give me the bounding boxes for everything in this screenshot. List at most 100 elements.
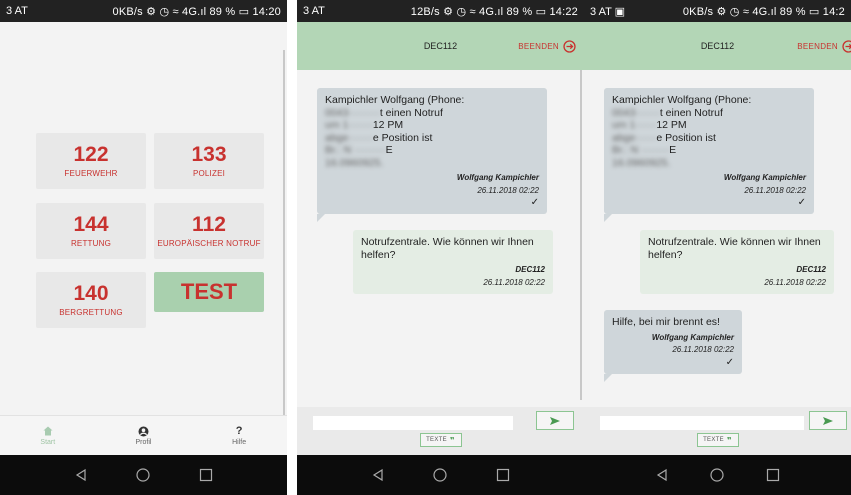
status-indicators: 0KB/s ⚙ ◷ ≈ 4G.ıl 89 % ▭ 14:20 [112, 5, 281, 18]
tile-label: POLIZEI [192, 169, 226, 178]
quote-icon: ❞ [726, 435, 732, 445]
scrollbar[interactable] [580, 70, 582, 400]
phone-chat-screen-reply: 3 AT ▣ 0KB/s ⚙ ◷ ≈ 4G.ıl 89 % ▭ 14:2 DEC… [584, 0, 851, 495]
message-incoming: Kampichler Wolfgang (Phone: 0043········… [317, 88, 547, 222]
message-date: 26.11.2018 02:22 [744, 185, 806, 195]
send-icon [823, 416, 833, 425]
tile-number: 112 [192, 213, 226, 236]
send-button[interactable] [809, 411, 847, 430]
system-navbar [297, 455, 584, 495]
status-indicators: 12B/s ⚙ ◷ ≈ 4G.ıl 89 % ▭ 14:22 [410, 5, 578, 18]
tile-133-polizei[interactable]: 133 POLIZEI [154, 133, 264, 189]
status-bar: 3 AT 12B/s ⚙ ◷ ≈ 4G.ıl 89 % ▭ 14:22 [297, 0, 584, 22]
tile-test[interactable]: TEST [154, 272, 264, 312]
tile-number: 122 [73, 143, 109, 166]
home-icon [43, 425, 53, 437]
user-icon [138, 425, 149, 437]
recents-icon[interactable] [766, 468, 780, 482]
message-sender: DEC112 [796, 265, 826, 274]
quote-icon: ❞ [449, 435, 455, 445]
message-outgoing: Notrufzentrale. Wie können wir Ihnen hel… [640, 230, 834, 294]
message-input[interactable] [313, 416, 513, 430]
message-meta: Wolfgang Kampichler 26.11.2018 02:22 ✓ [612, 172, 806, 208]
message-date: 26.11.2018 02:22 [483, 277, 545, 287]
message-list[interactable]: Kampichler Wolfgang (Phone: 0043·······t… [584, 70, 851, 407]
tile-number: 140 [73, 282, 109, 305]
message-outgoing: Notrufzentrale. Wie können wir Ihnen hel… [353, 230, 553, 294]
message-date: 26.11.2018 02:22 [477, 185, 539, 195]
chat-header: DEC112 BEENDEN [584, 22, 851, 70]
carrier-label: 3 AT [6, 5, 28, 17]
message-sender: Wolfgang Kampichler [723, 173, 806, 182]
texte-button[interactable]: TEXTE ❞ [419, 433, 462, 447]
back-icon[interactable] [655, 468, 669, 482]
status-indicators: 0KB/s ⚙ ◷ ≈ 4G.ıl 89 % ▭ 14:2 [682, 5, 845, 18]
tile-label: BERGRETTUNG [59, 308, 123, 317]
recents-icon[interactable] [199, 468, 213, 482]
send-button[interactable] [536, 411, 574, 430]
message-text: Kampichler Wolfgang (Phone: 0043········… [325, 94, 465, 169]
scrollbar[interactable] [283, 50, 285, 430]
home-circle-icon[interactable] [710, 468, 725, 482]
status-bar: 3 AT 0KB/s ⚙ ◷ ≈ 4G.ıl 89 % ▭ 14:20 [0, 0, 287, 22]
tile-label: EUROPÄISCHER NOTRUF [157, 239, 261, 248]
message-text: Notrufzentrale. Wie können wir Ihnen hel… [648, 236, 821, 261]
end-label: BEENDEN [797, 41, 838, 51]
nav-hilfe[interactable]: ? Hilfe [209, 425, 269, 446]
nav-start-label: Start [40, 439, 56, 446]
home-circle-icon[interactable] [136, 468, 151, 482]
message-list[interactable]: Kampichler Wolfgang (Phone: 0043········… [297, 70, 584, 407]
nav-hilfe-label: Hilfe [232, 439, 247, 446]
read-check-icon: ✓ [530, 197, 539, 208]
exit-icon [842, 39, 851, 53]
message-text: Notrufzentrale. Wie können wir Ihnen hel… [361, 236, 534, 261]
tile-140-bergrettung[interactable]: 140 BERGRETTUNG [36, 272, 146, 328]
read-check-icon: ✓ [797, 197, 806, 208]
carrier-label: 3 AT [303, 5, 325, 17]
message-date: 26.11.2018 02:22 [672, 345, 734, 354]
message-incoming: Kampichler Wolfgang (Phone: 0043·······t… [604, 88, 814, 222]
tile-112-europaeischer-notruf[interactable]: 112 EUROPÄISCHER NOTRUF [154, 203, 264, 259]
phone-chat-screen: 3 AT 12B/s ⚙ ◷ ≈ 4G.ıl 89 % ▭ 14:22 DEC1… [297, 0, 584, 495]
tile-122-feuerwehr[interactable]: 122 FEUERWEHR [36, 133, 146, 189]
help-icon-glyph: ? [235, 425, 243, 437]
bottom-navigation: Start Profil ? Hilfe [0, 415, 287, 455]
end-call-button[interactable]: BEENDEN [797, 39, 851, 53]
texte-button[interactable]: TEXTE ❞ [696, 433, 739, 447]
tile-144-rettung[interactable]: 144 RETTUNG [36, 203, 146, 259]
message-meta: DEC112 26.11.2018 02:22 [361, 264, 545, 289]
texte-area [297, 447, 584, 455]
message-meta: Wolfgang Kampichler 26.11.2018 02:22 ✓ [325, 172, 539, 208]
tile-label: RETTUNG [70, 239, 112, 248]
message-sender: Wolfgang Kampichler [651, 332, 734, 342]
end-label: BEENDEN [518, 41, 559, 51]
send-icon [550, 416, 560, 425]
texte-area [584, 447, 851, 455]
back-icon[interactable] [74, 468, 88, 482]
tile-number: 133 [191, 143, 227, 166]
system-navbar [0, 455, 287, 495]
nav-profil-label: Profil [135, 439, 152, 446]
texte-label: TEXTE [426, 437, 447, 443]
help-icon: ? [236, 425, 243, 437]
emergency-grid: 122 FEUERWEHR 133 POLIZEI 144 RETTUNG 11… [0, 22, 287, 430]
message-date: 26.11.2018 02:22 [764, 277, 826, 287]
phone-home-screen: 3 AT 0KB/s ⚙ ◷ ≈ 4G.ıl 89 % ▭ 14:20 122 … [0, 0, 287, 495]
back-icon[interactable] [371, 468, 385, 482]
texte-label: TEXTE [703, 437, 724, 443]
message-sender: DEC112 [515, 265, 545, 274]
message-meta: DEC112 26.11.2018 02:22 [648, 264, 826, 289]
chat-header: DEC112 BEENDEN [297, 22, 584, 70]
recents-icon[interactable] [496, 468, 510, 482]
message-incoming-reply: Hilfe, bei mir brennt es! Wolfgang Kampi… [604, 310, 742, 382]
home-circle-icon[interactable] [433, 468, 448, 482]
message-input[interactable] [600, 416, 804, 430]
tile-label: FEUERWEHR [64, 169, 118, 178]
end-call-button[interactable]: BEENDEN [518, 39, 576, 53]
read-check-icon: ✓ [725, 356, 734, 368]
nav-start[interactable]: Start [18, 425, 78, 446]
message-sender: Wolfgang Kampichler [456, 173, 539, 182]
nav-profil[interactable]: Profil [113, 425, 173, 446]
tile-number: 144 [73, 213, 109, 236]
message-text: Hilfe, bei mir brennt es! [612, 316, 720, 328]
